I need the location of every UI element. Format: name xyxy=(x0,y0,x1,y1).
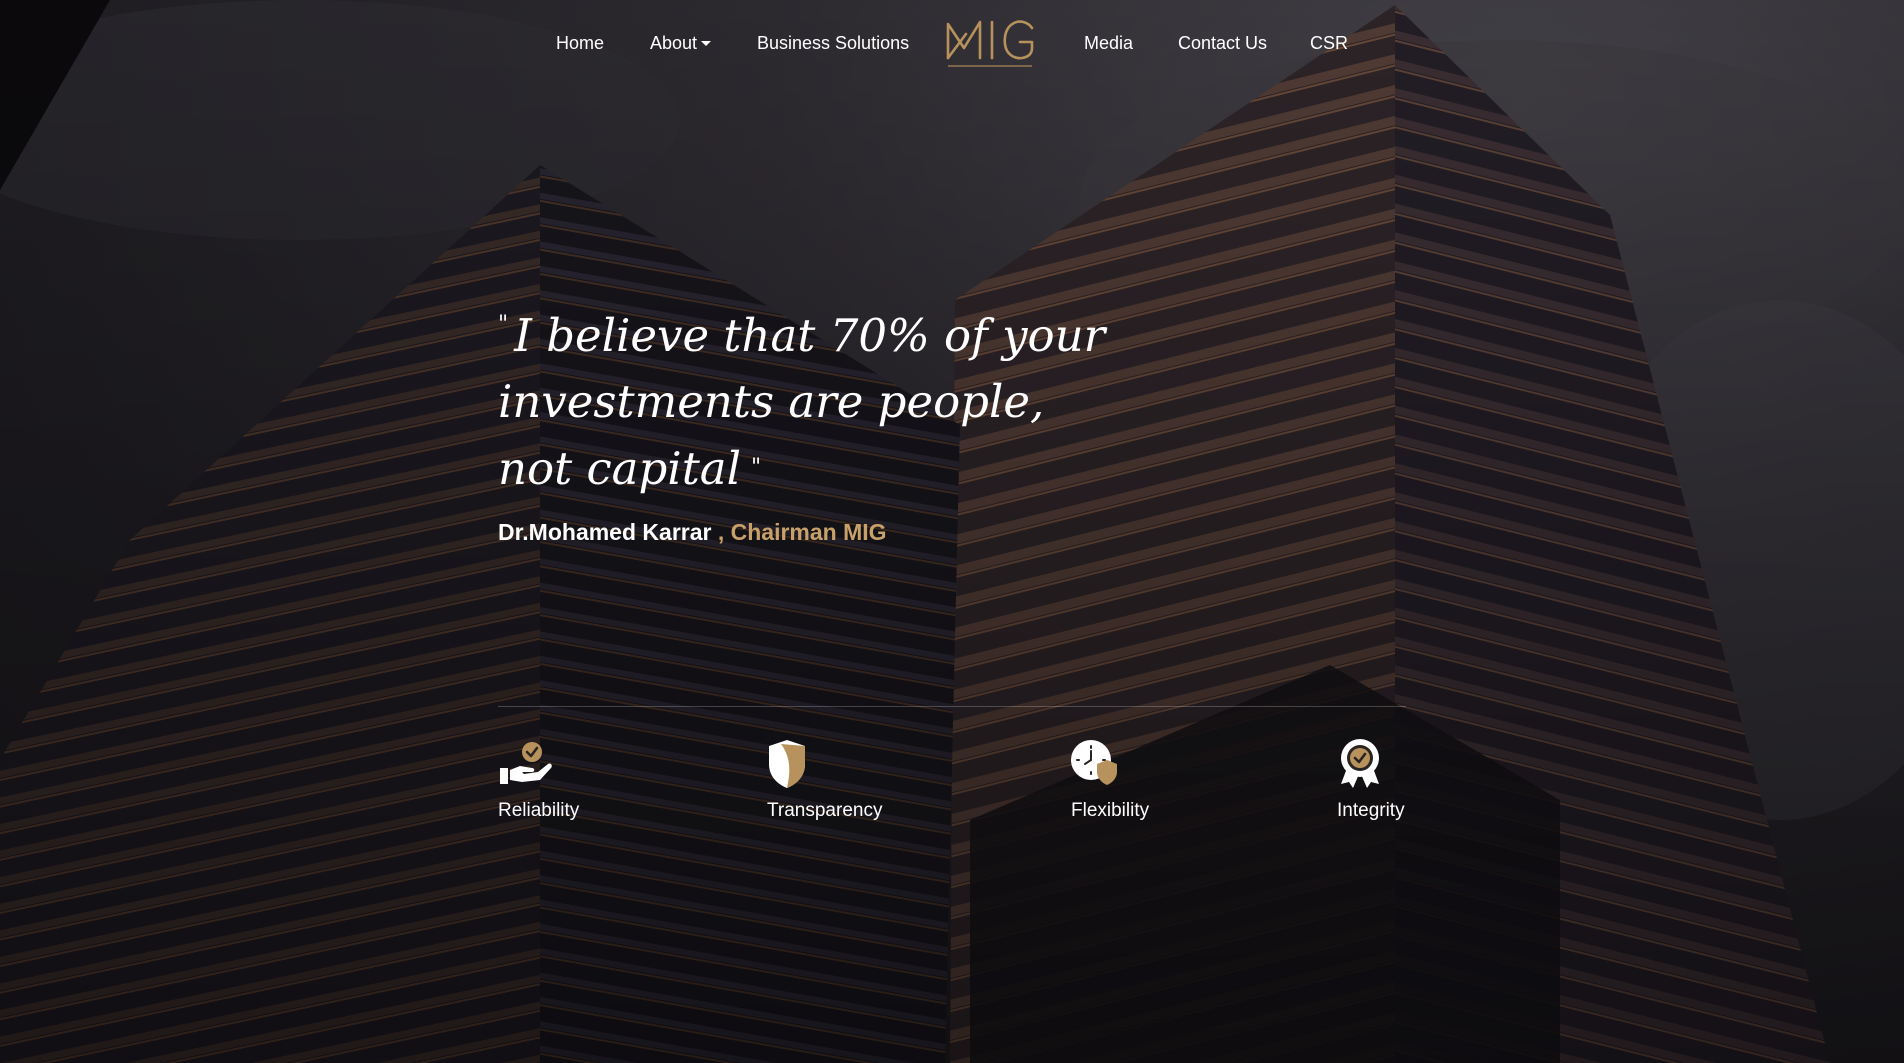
value-integrity: Integrity xyxy=(1337,738,1405,822)
hand-check-icon xyxy=(500,742,552,784)
section-divider xyxy=(498,706,1406,707)
clock-shield-icon xyxy=(1071,740,1117,785)
value-transparency: Transparency xyxy=(767,738,882,822)
award-badge-icon xyxy=(1341,739,1379,788)
quote-line-1: " I believe that 70% of your xyxy=(498,292,1105,369)
nav-media[interactable]: Media xyxy=(1084,33,1133,54)
value-label: Integrity xyxy=(1337,800,1405,821)
nav-about-label: About xyxy=(650,33,698,53)
caret-down-icon xyxy=(701,41,712,46)
value-label: Reliability xyxy=(498,800,580,821)
author-name: Dr.Mohamed Karrar xyxy=(498,519,712,545)
attribution-separator: , xyxy=(711,519,731,545)
nav-business-solutions[interactable]: Business Solutions xyxy=(757,33,909,54)
nav-contact-us[interactable]: Contact Us xyxy=(1178,33,1267,54)
close-quote-mark: " xyxy=(751,455,762,480)
value-flexibility: Flexibility xyxy=(1071,738,1149,822)
chairman-quote: " I believe that 70% of your investments … xyxy=(498,292,1105,502)
hero-section: Home About Business Solutions Media Cont… xyxy=(0,0,1904,1063)
value-reliability: Reliability xyxy=(498,738,579,822)
value-label: Transparency xyxy=(767,800,883,821)
quote-attribution: Dr.Mohamed Karrar , Chairman MIG xyxy=(498,519,887,546)
open-quote-mark: " xyxy=(498,312,509,337)
logo-mark xyxy=(946,20,1034,67)
author-role: Chairman MIG xyxy=(730,519,887,545)
main-navigation: Home About Business Solutions Media Cont… xyxy=(0,0,1904,90)
mig-logo[interactable] xyxy=(944,14,1040,74)
dark-overlay xyxy=(0,0,1904,1063)
quote-text-3: not capital xyxy=(498,442,741,495)
nav-home[interactable]: Home xyxy=(556,33,604,54)
quote-text-1: I believe that 70% of your xyxy=(514,309,1106,362)
value-label: Flexibility xyxy=(1071,800,1150,821)
shield-icon xyxy=(769,740,805,788)
nav-about[interactable]: About xyxy=(650,33,712,54)
nav-csr[interactable]: CSR xyxy=(1310,33,1348,54)
quote-line-2: investments are people, xyxy=(498,375,1045,428)
quote-line-3: not capital " xyxy=(498,435,1058,502)
